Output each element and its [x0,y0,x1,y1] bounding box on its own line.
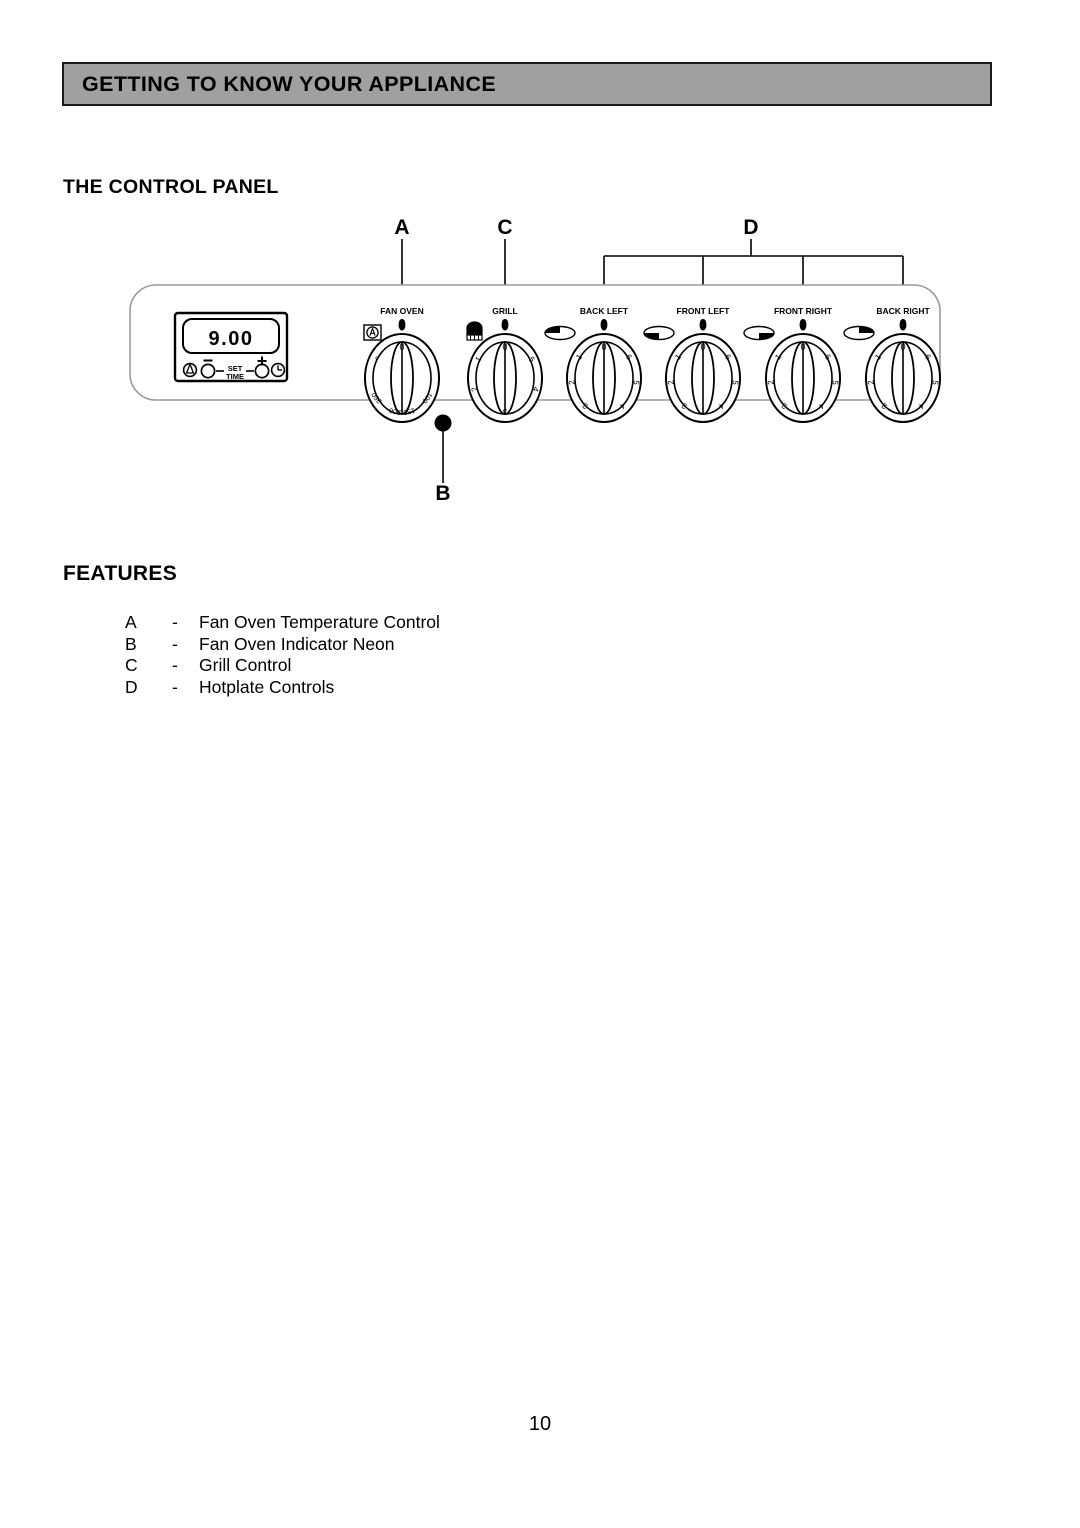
feature-row-b: B - Fan Oven Indicator Neon [125,634,440,656]
callout-label-a: A [394,216,409,239]
page-title: GETTING TO KNOW YOUR APPLIANCE [82,71,497,96]
back-left-off-mark: 0 [601,342,606,352]
feature-row-c: C - Grill Control [125,655,440,677]
feature-key-d: D [125,676,138,697]
feature-label-d: Hotplate Controls [199,676,335,697]
grill-off-mark: 0 [502,342,507,352]
feature-key-a: A [125,612,137,632]
feature-dash-b: - [172,633,178,654]
callout-label-c: C [497,216,512,239]
front-right-off-mark: 0 [800,342,805,352]
feature-dash-a: - [172,612,178,632]
front-right-knob-label: FRONT RIGHT [774,306,833,316]
back-right-knob-label: BACK RIGHT [876,306,930,316]
front-left-off-mark: 0 [700,342,705,352]
hob-front-right-icon [743,325,775,341]
back-left-knob-label: BACK LEFT [580,306,629,316]
feature-dash-d: - [172,676,178,697]
svg-text:3: 3 [502,407,507,416]
feature-label-c: Grill Control [199,655,292,675]
set-time-label-line2: TIME [226,372,244,381]
feature-key-b: B [125,633,137,654]
callout-label-d: D [743,216,758,239]
features-list: A - Fan Oven Temperature Control B - Fan… [125,612,440,698]
hob-front-left-icon [643,325,675,341]
control-panel-diagram: A C D B 9.00 SET TIME FAN OVEN 0 ≈ 250 2… [0,215,1080,515]
fan-oven-indicator-neon [434,414,452,432]
front-left-knob-label: FRONT LEFT [677,306,731,316]
page-number: 10 [528,1413,552,1435]
feature-key-c: C [125,655,138,675]
feature-row-a: A - Fan Oven Temperature Control [125,612,440,634]
grill-knob-label: GRILL [492,306,518,316]
control-panel-section-heading: THE CONTROL PANEL [63,176,279,198]
grill-element-icon [466,321,483,341]
callout-label-b: B [435,482,450,505]
feature-dash-c: - [172,655,178,675]
feature-label-a: Fan Oven Temperature Control [199,612,440,632]
feature-label-b: Fan Oven Indicator Neon [199,633,395,654]
feature-row-d: D - Hotplate Controls [125,677,440,699]
timer-display-value: 9.00 [209,328,254,350]
back-right-off-mark: 0 [900,342,905,352]
fan-oven-off-mark: 0 [399,342,404,352]
page-header-banner: GETTING TO KNOW YOUR APPLIANCE [62,62,992,106]
fan-oven-knob-label: FAN OVEN [380,306,423,316]
features-section-heading: FEATURES [63,562,178,585]
hob-back-right-icon [843,325,875,341]
electronic-timer[interactable]: 9.00 SET TIME [173,311,289,383]
hob-back-left-icon [544,325,576,341]
